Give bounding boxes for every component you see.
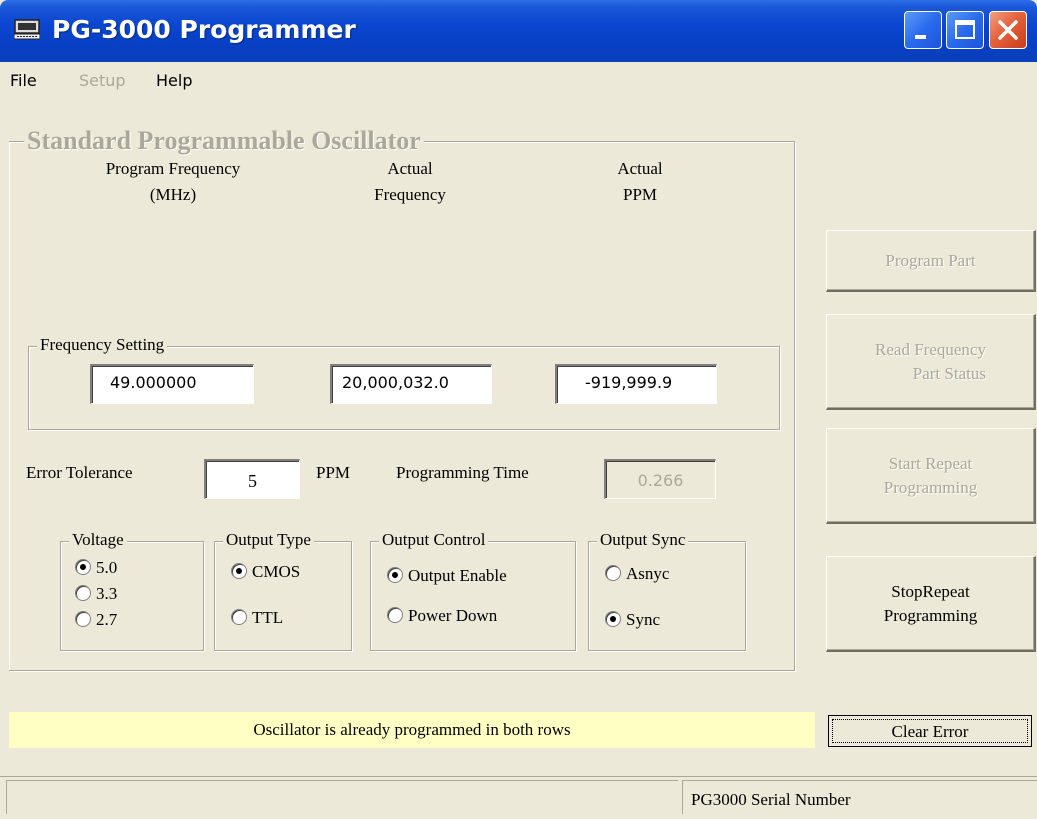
- radio-selected-icon: [605, 611, 621, 627]
- stop-repeat-button[interactable]: StopRepeat Programming: [826, 556, 1036, 652]
- program-frequency-heading-line2: (MHz): [149, 185, 197, 204]
- output-sync-group: Output Sync Asnyc Sync: [588, 530, 746, 651]
- stop-repeat-label-line1: StopRepeat: [891, 581, 970, 601]
- output-sync-title: Output Sync: [597, 530, 689, 550]
- menu-bar: File Setup Help: [0, 62, 1037, 98]
- programming-time-field: 0.266: [604, 459, 716, 499]
- output-sync-option-sync[interactable]: Sync: [605, 610, 660, 630]
- radio-selected-icon: [387, 567, 403, 583]
- output-type-option-ttl[interactable]: TTL: [231, 608, 283, 628]
- actual-ppm-heading-line1: Actual: [617, 159, 663, 178]
- oscillator-group-title: Standard Programmable Oscillator: [24, 127, 424, 155]
- voltage-title: Voltage: [69, 530, 127, 550]
- read-frequency-label-line2: Part Status: [912, 363, 986, 383]
- radio-unselected-icon: [231, 609, 247, 625]
- radio-selected-icon: [231, 563, 247, 579]
- output-sync-option-label: Asnyc: [626, 564, 670, 583]
- read-frequency-label-line1: Read Frequency: [875, 339, 986, 359]
- actual-frequency-heading: Actual Frequency: [330, 156, 490, 208]
- clear-error-label: Clear Error: [832, 719, 1028, 743]
- maximize-button[interactable]: [946, 11, 984, 49]
- actual-ppm-heading-line2: PPM: [622, 185, 658, 204]
- status-pane: [6, 780, 678, 814]
- error-tolerance-unit: PPM: [316, 463, 351, 482]
- radio-selected-icon: [75, 559, 91, 575]
- maximize-icon: [955, 20, 975, 39]
- minimize-icon: [915, 35, 926, 39]
- actual-ppm-field[interactable]: -919,999.9: [555, 364, 717, 404]
- program-part-button[interactable]: Program Part: [826, 230, 1036, 292]
- voltage-option-label: 2.7: [96, 610, 118, 629]
- close-icon: [998, 20, 1018, 40]
- output-type-option-cmos[interactable]: CMOS: [231, 562, 300, 582]
- frequency-setting-title: Frequency Setting: [37, 335, 168, 355]
- menu-setup[interactable]: Setup: [79, 71, 126, 90]
- actual-frequency-field[interactable]: 20,000,032.0: [330, 364, 492, 404]
- programming-time-label: Programming Time: [396, 463, 529, 482]
- error-message: Oscillator is already programmed in both…: [9, 712, 815, 748]
- start-repeat-label-line2: Programming: [883, 477, 978, 497]
- radio-unselected-icon: [75, 611, 91, 627]
- output-control-option-enable[interactable]: Output Enable: [387, 566, 507, 586]
- minimize-button[interactable]: [904, 11, 942, 49]
- radio-unselected-icon: [605, 565, 621, 581]
- voltage-option-5-0[interactable]: 5.0: [75, 558, 117, 578]
- error-tolerance-input[interactable]: 5: [204, 459, 300, 499]
- output-control-title: Output Control: [379, 530, 489, 550]
- start-repeat-button[interactable]: Start Repeat Programming: [826, 428, 1036, 524]
- output-sync-option-label: Sync: [626, 610, 660, 629]
- app-icon: [14, 19, 40, 40]
- menu-file[interactable]: File: [10, 71, 37, 90]
- radio-unselected-icon: [387, 607, 403, 623]
- output-type-group: Output Type CMOS TTL: [214, 530, 352, 651]
- voltage-option-2-7[interactable]: 2.7: [75, 610, 117, 630]
- output-type-title: Output Type: [223, 530, 314, 550]
- program-frequency-heading-line1: Program Frequency: [105, 159, 241, 178]
- serial-number-pane: PG3000 Serial Number: [682, 780, 1037, 814]
- output-control-option-label: Power Down: [408, 606, 498, 625]
- radio-unselected-icon: [75, 585, 91, 601]
- error-tolerance-label: Error Tolerance: [26, 463, 133, 482]
- actual-frequency-heading-line2: Frequency: [374, 185, 446, 204]
- output-type-option-label: TTL: [252, 608, 284, 627]
- output-sync-option-async[interactable]: Asnyc: [605, 564, 669, 584]
- actual-ppm-heading: Actual PPM: [565, 156, 715, 208]
- voltage-group: Voltage 5.0 3.3 2.7: [60, 530, 204, 651]
- window-title: PG-3000 Programmer: [52, 15, 356, 44]
- start-repeat-label-line1: Start Repeat: [888, 453, 973, 473]
- actual-frequency-heading-line1: Actual: [387, 159, 433, 178]
- program-frequency-input[interactable]: 49.000000: [90, 364, 254, 404]
- clear-error-button[interactable]: Clear Error: [828, 715, 1032, 747]
- voltage-option-label: 3.3: [96, 584, 118, 603]
- output-control-option-power-down[interactable]: Power Down: [387, 606, 497, 626]
- output-type-option-label: CMOS: [252, 562, 301, 581]
- program-frequency-heading: Program Frequency (MHz): [58, 156, 288, 208]
- voltage-option-label: 5.0: [96, 558, 118, 577]
- voltage-option-3-3[interactable]: 3.3: [75, 584, 117, 604]
- output-control-option-label: Output Enable: [408, 566, 507, 585]
- read-frequency-button[interactable]: Read Frequency Part Status: [826, 314, 1036, 410]
- close-button[interactable]: [989, 11, 1027, 49]
- output-control-group: Output Control Output Enable Power Down: [370, 530, 576, 651]
- stop-repeat-label-line2: Programming: [883, 605, 978, 625]
- menu-help[interactable]: Help: [156, 71, 192, 90]
